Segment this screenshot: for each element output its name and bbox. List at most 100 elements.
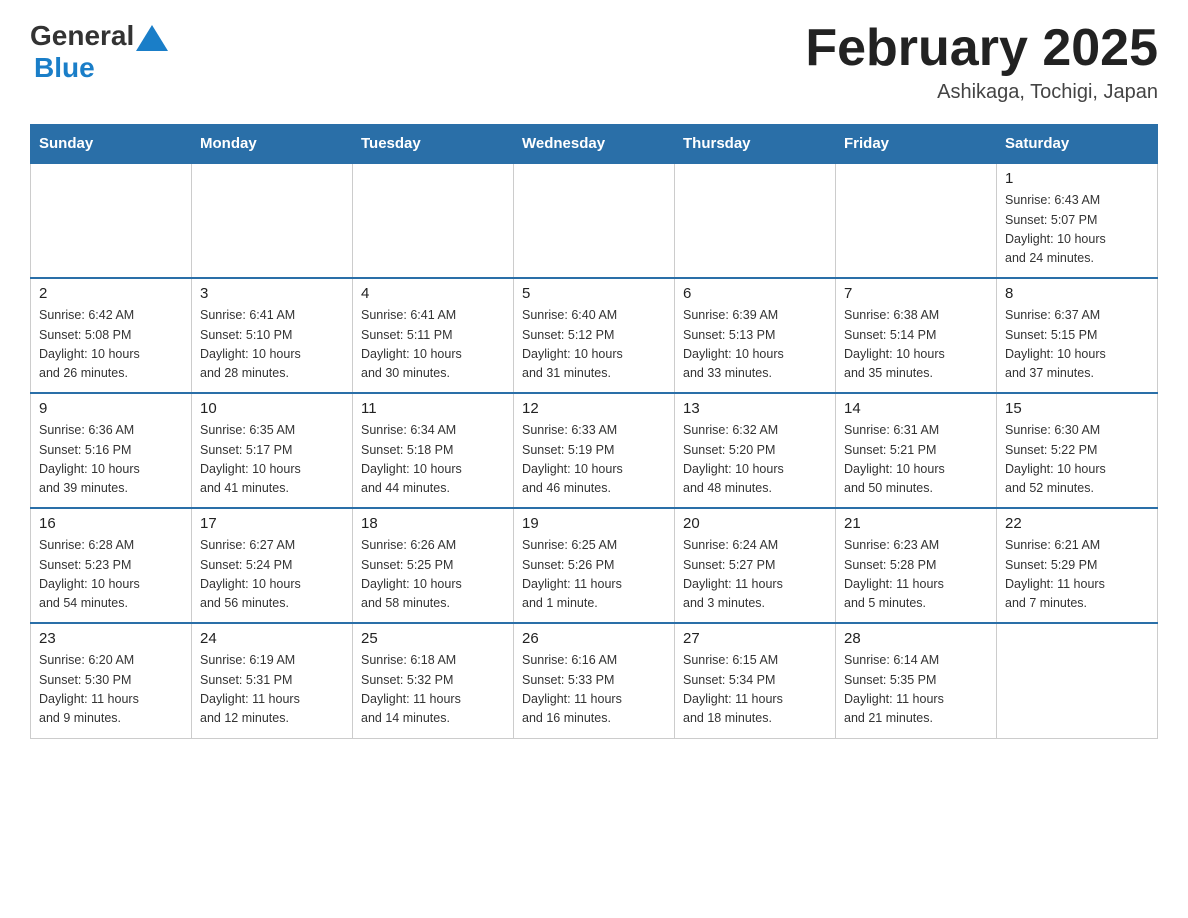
day-info: Sunrise: 6:15 AMSunset: 5:34 PMDaylight:…	[683, 651, 827, 729]
day-info: Sunrise: 6:31 AMSunset: 5:21 PMDaylight:…	[844, 421, 988, 499]
calendar-cell: 8 Sunrise: 6:37 AMSunset: 5:15 PMDaylight…	[997, 278, 1158, 393]
day-number: 24	[200, 630, 344, 647]
day-number: 12	[522, 400, 666, 417]
calendar-cell: 15 Sunrise: 6:30 AMSunset: 5:22 PMDayligh…	[997, 393, 1158, 508]
calendar-cell: 3Sunrise: 6:41 AMSunset: 5:10 PMDaylight…	[192, 278, 353, 393]
calendar-week-row: 2 Sunrise: 6:42 AMSunset: 5:08 PMDaylight…	[31, 278, 1158, 393]
day-info: Sunrise: 6:43 AMSunset: 5:07 PMDaylight:…	[1005, 191, 1149, 269]
calendar-cell: 13 Sunrise: 6:32 AMSunset: 5:20 PMDayligh…	[675, 393, 836, 508]
day-number: 16	[39, 515, 183, 532]
day-number: 2	[39, 285, 183, 302]
calendar-cell: 16 Sunrise: 6:28 AMSunset: 5:23 PMDayligh…	[31, 508, 192, 623]
day-info: Sunrise: 6:32 AMSunset: 5:20 PMDaylight:…	[683, 421, 827, 499]
day-info: Sunrise: 6:42 AMSunset: 5:08 PMDaylight:…	[39, 306, 183, 384]
day-info: Sunrise: 6:36 AMSunset: 5:16 PMDaylight:…	[39, 421, 183, 499]
weekday-header-sunday: Sunday	[31, 125, 192, 164]
day-info: Sunrise: 6:23 AMSunset: 5:28 PMDaylight:…	[844, 536, 988, 614]
weekday-header-monday: Monday	[192, 125, 353, 164]
calendar-body: 1 Sunrise: 6:43 AMSunset: 5:07 PMDaylight…	[31, 163, 1158, 738]
day-number: 5	[522, 285, 666, 302]
calendar-cell	[353, 163, 514, 278]
logo-blue-text: Blue	[34, 52, 95, 84]
calendar-cell: 9 Sunrise: 6:36 AMSunset: 5:16 PMDaylight…	[31, 393, 192, 508]
day-info: Sunrise: 6:21 AMSunset: 5:29 PMDaylight:…	[1005, 536, 1149, 614]
day-number: 22	[1005, 515, 1149, 532]
calendar-cell: 21 Sunrise: 6:23 AMSunset: 5:28 PMDayligh…	[836, 508, 997, 623]
day-number: 9	[39, 400, 183, 417]
day-info: Sunrise: 6:28 AMSunset: 5:23 PMDaylight:…	[39, 536, 183, 614]
weekday-header-tuesday: Tuesday	[353, 125, 514, 164]
calendar-cell: 18 Sunrise: 6:26 AMSunset: 5:25 PMDayligh…	[353, 508, 514, 623]
day-number: 20	[683, 515, 827, 532]
weekday-header-friday: Friday	[836, 125, 997, 164]
day-number: 8	[1005, 285, 1149, 302]
day-info: Sunrise: 6:35 AMSunset: 5:17 PMDaylight:…	[200, 421, 344, 499]
calendar-cell: 25 Sunrise: 6:18 AMSunset: 5:32 PMDayligh…	[353, 623, 514, 738]
logo-general-row: General	[30, 20, 170, 52]
weekday-header-wednesday: Wednesday	[514, 125, 675, 164]
calendar-cell: 17Sunrise: 6:27 AMSunset: 5:24 PMDayligh…	[192, 508, 353, 623]
calendar-cell: 24 Sunrise: 6:19 AMSunset: 5:31 PMDayligh…	[192, 623, 353, 738]
day-info: Sunrise: 6:34 AMSunset: 5:18 PMDaylight:…	[361, 421, 505, 499]
day-number: 1	[1005, 170, 1149, 187]
title-block: February 2025 Ashikaga, Tochigi, Japan	[805, 20, 1158, 104]
calendar-cell: 2 Sunrise: 6:42 AMSunset: 5:08 PMDaylight…	[31, 278, 192, 393]
day-info: Sunrise: 6:26 AMSunset: 5:25 PMDaylight:…	[361, 536, 505, 614]
day-info: Sunrise: 6:20 AMSunset: 5:30 PMDaylight:…	[39, 651, 183, 729]
day-number: 13	[683, 400, 827, 417]
month-year-title: February 2025	[805, 20, 1158, 77]
day-number: 25	[361, 630, 505, 647]
day-number: 15	[1005, 400, 1149, 417]
day-info: Sunrise: 6:38 AMSunset: 5:14 PMDaylight:…	[844, 306, 988, 384]
day-info: Sunrise: 6:27 AMSunset: 5:24 PMDaylight:…	[200, 536, 344, 614]
day-number: 4	[361, 285, 505, 302]
day-number: 18	[361, 515, 505, 532]
calendar-cell: 19Sunrise: 6:25 AMSunset: 5:26 PMDayligh…	[514, 508, 675, 623]
day-info: Sunrise: 6:33 AMSunset: 5:19 PMDaylight:…	[522, 421, 666, 499]
calendar-cell	[514, 163, 675, 278]
calendar-cell: 6 Sunrise: 6:39 AMSunset: 5:13 PMDaylight…	[675, 278, 836, 393]
day-info: Sunrise: 6:39 AMSunset: 5:13 PMDaylight:…	[683, 306, 827, 384]
day-info: Sunrise: 6:24 AMSunset: 5:27 PMDaylight:…	[683, 536, 827, 614]
location-subtitle: Ashikaga, Tochigi, Japan	[805, 81, 1158, 104]
calendar-cell: 10 Sunrise: 6:35 AMSunset: 5:17 PMDayligh…	[192, 393, 353, 508]
calendar-cell: 7 Sunrise: 6:38 AMSunset: 5:14 PMDaylight…	[836, 278, 997, 393]
day-number: 10	[200, 400, 344, 417]
day-number: 11	[361, 400, 505, 417]
calendar-week-row: 16 Sunrise: 6:28 AMSunset: 5:23 PMDayligh…	[31, 508, 1158, 623]
calendar-cell: 22 Sunrise: 6:21 AMSunset: 5:29 PMDayligh…	[997, 508, 1158, 623]
day-info: Sunrise: 6:40 AMSunset: 5:12 PMDaylight:…	[522, 306, 666, 384]
calendar-week-row: 9 Sunrise: 6:36 AMSunset: 5:16 PMDaylight…	[31, 393, 1158, 508]
logo: General Blue	[30, 20, 170, 84]
logo-triangle-icon	[136, 25, 168, 51]
calendar-cell: 11 Sunrise: 6:34 AMSunset: 5:18 PMDayligh…	[353, 393, 514, 508]
day-info: Sunrise: 6:30 AMSunset: 5:22 PMDaylight:…	[1005, 421, 1149, 499]
calendar-cell: 26Sunrise: 6:16 AMSunset: 5:33 PMDayligh…	[514, 623, 675, 738]
calendar-header: SundayMondayTuesdayWednesdayThursdayFrid…	[31, 125, 1158, 164]
day-info: Sunrise: 6:19 AMSunset: 5:31 PMDaylight:…	[200, 651, 344, 729]
logo-general-text: General	[30, 20, 134, 52]
day-number: 19	[522, 515, 666, 532]
day-number: 21	[844, 515, 988, 532]
day-info: Sunrise: 6:41 AMSunset: 5:11 PMDaylight:…	[361, 306, 505, 384]
calendar-cell	[192, 163, 353, 278]
calendar-cell: 1 Sunrise: 6:43 AMSunset: 5:07 PMDaylight…	[997, 163, 1158, 278]
calendar-cell: 27Sunrise: 6:15 AMSunset: 5:34 PMDayligh…	[675, 623, 836, 738]
calendar-cell: 4 Sunrise: 6:41 AMSunset: 5:11 PMDaylight…	[353, 278, 514, 393]
calendar-week-row: 23 Sunrise: 6:20 AMSunset: 5:30 PMDayligh…	[31, 623, 1158, 738]
day-number: 7	[844, 285, 988, 302]
calendar-cell	[997, 623, 1158, 738]
day-number: 23	[39, 630, 183, 647]
calendar-cell: 23 Sunrise: 6:20 AMSunset: 5:30 PMDayligh…	[31, 623, 192, 738]
weekday-header-saturday: Saturday	[997, 125, 1158, 164]
day-number: 6	[683, 285, 827, 302]
calendar-cell: 12 Sunrise: 6:33 AMSunset: 5:19 PMDayligh…	[514, 393, 675, 508]
day-info: Sunrise: 6:18 AMSunset: 5:32 PMDaylight:…	[361, 651, 505, 729]
page-header: General Blue February 2025 Ashikaga, Toc…	[30, 20, 1158, 104]
day-info: Sunrise: 6:37 AMSunset: 5:15 PMDaylight:…	[1005, 306, 1149, 384]
calendar-cell: 20 Sunrise: 6:24 AMSunset: 5:27 PMDayligh…	[675, 508, 836, 623]
calendar-cell: 5 Sunrise: 6:40 AMSunset: 5:12 PMDaylight…	[514, 278, 675, 393]
calendar-cell: 14Sunrise: 6:31 AMSunset: 5:21 PMDayligh…	[836, 393, 997, 508]
calendar-cell: 28Sunrise: 6:14 AMSunset: 5:35 PMDayligh…	[836, 623, 997, 738]
calendar-cell	[675, 163, 836, 278]
